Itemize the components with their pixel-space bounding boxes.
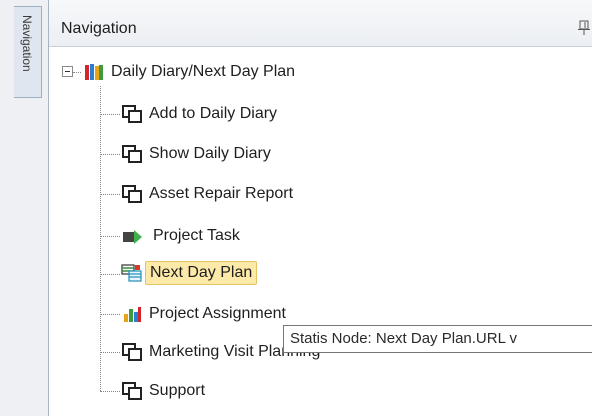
tree-item-next-day-plan[interactable]: Next Day Plan [121,260,258,286]
window-copy-icon [122,343,142,361]
navigation-panel: Navigation Daily Diary/Next Day Plan Add… [48,0,592,416]
node-tooltip: Statis Node: Next Day Plan.URL v [283,325,592,353]
tree-item-label: Asset Repair Report [149,185,294,202]
side-tab-strip: Navigation [0,0,49,416]
panel-header: Navigation [49,0,592,47]
collapse-expander-icon[interactable] [62,66,73,77]
window-copy-icon [122,382,142,400]
tree-item-show-daily-diary[interactable]: Show Daily Diary [121,141,271,167]
window-copy-icon [122,105,142,123]
tree-item-label: Support [149,382,206,399]
tree-item-asset-repair-report[interactable]: Asset Repair Report [121,181,293,207]
tree-item-project-task[interactable]: Project Task [121,223,240,249]
navigation-side-tab-label: Navigation [20,15,34,72]
calendar-grid-icon [121,264,142,282]
tree-item-label: Project Task [153,227,240,244]
bar-chart-icon [124,307,141,322]
navigation-tree: Daily Diary/Next Day Plan Add to Daily D… [49,46,592,416]
tree-root-label: Daily Diary/Next Day Plan [111,63,296,80]
green-arrow-task-icon [123,230,142,244]
navigation-side-tab[interactable]: Navigation [14,6,42,98]
tree-item-label: Add to Daily Diary [149,105,278,122]
tree-item-project-assignment[interactable]: Project Assignment [121,301,286,327]
tree-item-label-selected: Next Day Plan [145,261,258,285]
tree-root-daily-diary[interactable]: Daily Diary/Next Day Plan [83,59,295,85]
window-copy-icon [122,185,142,203]
tree-item-support[interactable]: Support [121,378,205,404]
window-copy-icon [122,145,142,163]
tree-item-label: Show Daily Diary [149,145,271,162]
tree-item-label: Project Assignment [149,305,286,322]
books-folder-icon [85,64,103,80]
tree-item-add-to-daily-diary[interactable]: Add to Daily Diary [121,101,277,127]
pin-icon[interactable] [577,20,591,36]
panel-title: Navigation [61,20,137,37]
